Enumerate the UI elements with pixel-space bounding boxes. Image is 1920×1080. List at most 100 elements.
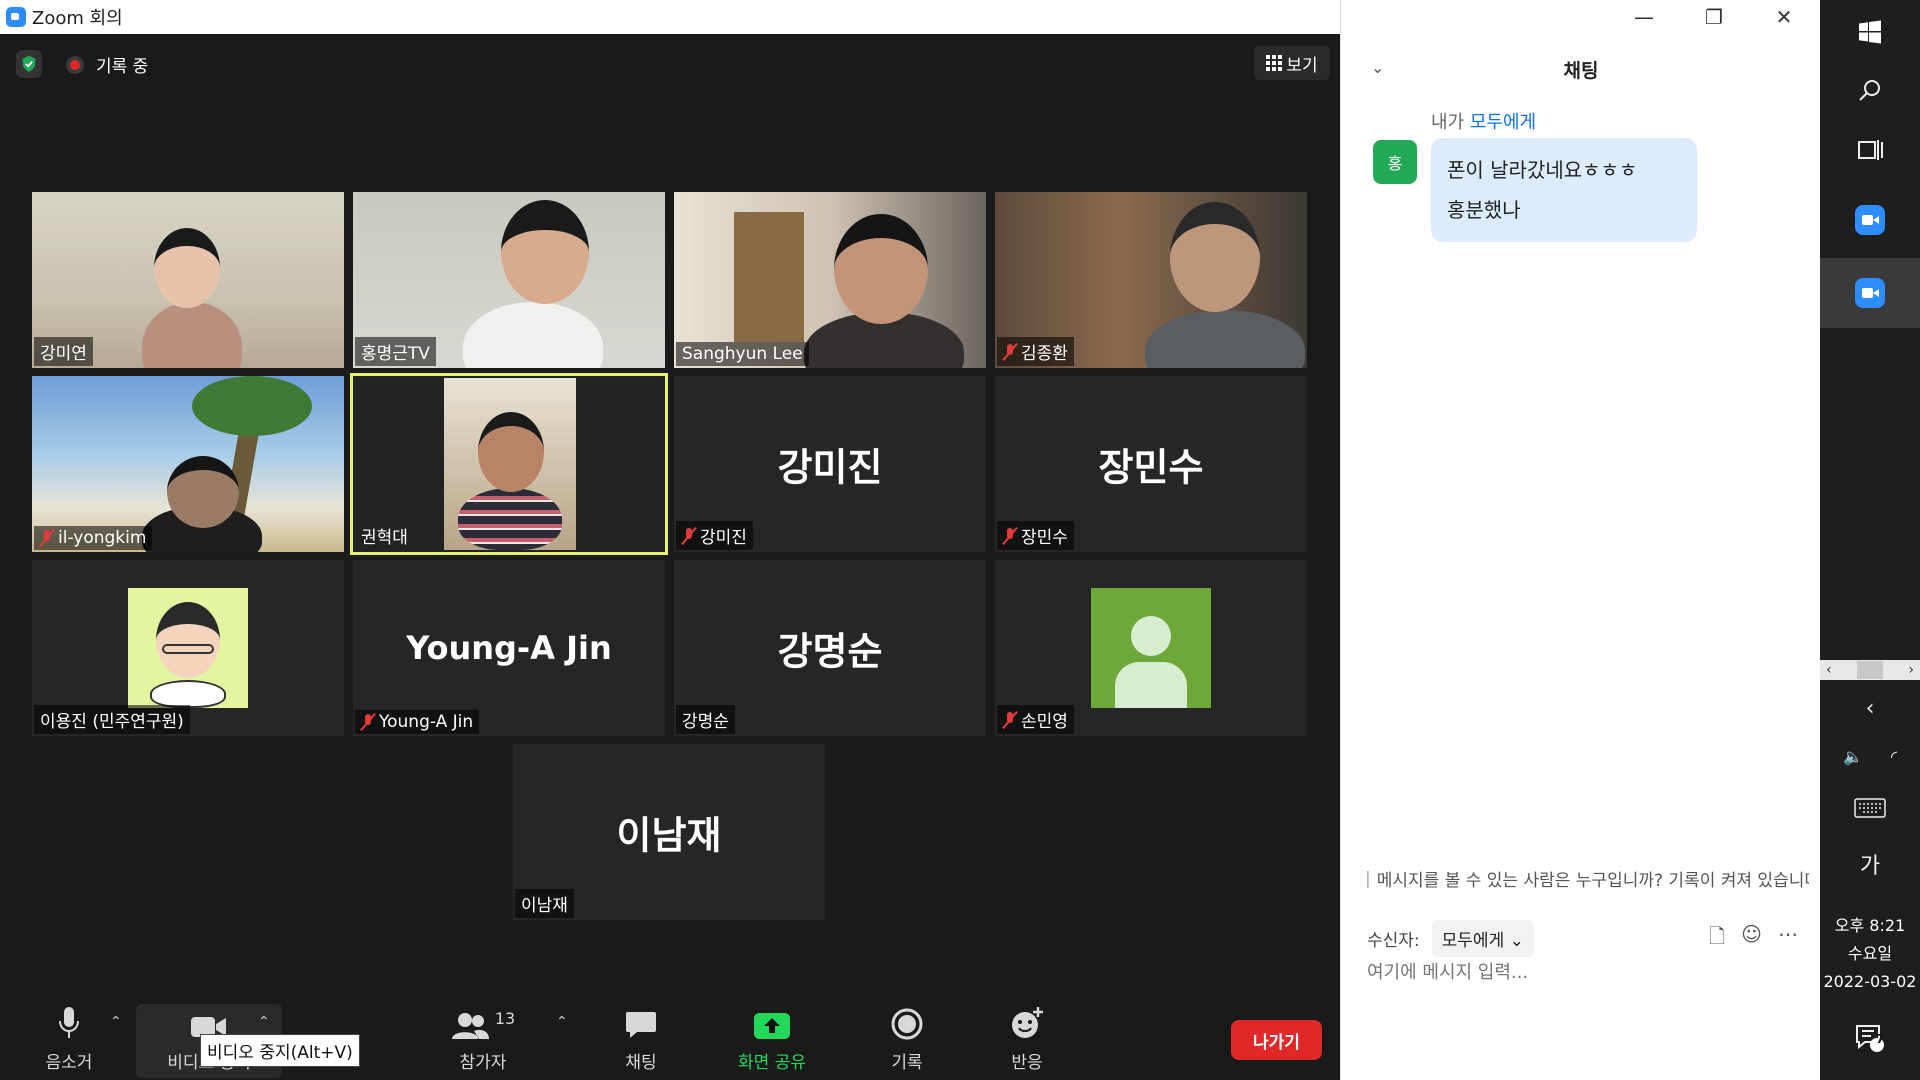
speaker-icon[interactable]: 🔈 <box>1843 747 1863 766</box>
zoom-logo-icon <box>6 7 26 27</box>
video-tooltip: 비디오 중지(Alt+V) <box>200 1034 360 1067</box>
muted-mic-icon <box>1003 711 1017 729</box>
participant-tile[interactable]: Sanghyun Lee <box>674 192 986 368</box>
participant-tile[interactable]: 강미연 <box>32 192 344 368</box>
record-label: 기록 <box>891 1053 923 1073</box>
participant-name-label: 이용진 (민주연구원) <box>34 705 190 734</box>
meeting-area: 기록 중 보기 강미연 홍명근TV Sanghyun Lee 김종환 il-yo… <box>0 34 1340 1080</box>
chat-message-bubble[interactable]: 폰이 날라갔네요ㅎㅎㅎ 홍분했나 <box>1431 138 1697 242</box>
chat-message-input[interactable] <box>1367 962 1787 983</box>
chevron-left-icon[interactable]: ‹ <box>1826 662 1832 678</box>
windows-taskbar: ‹ › ‹ 🔈 ◜ 가 오후 8:21 수요일 2022-03-02 7 <box>1820 0 1920 1080</box>
leave-button[interactable]: 나가기 <box>1231 1020 1322 1060</box>
participant-display-name: 장민수 <box>1098 445 1204 490</box>
muted-mic-icon <box>361 713 375 731</box>
participant-display-name: 이남재 <box>616 813 722 858</box>
participant-display-name: Young-A Jin <box>406 629 612 667</box>
participant-tile[interactable]: 장민수 장민수 <box>995 376 1307 552</box>
taskbar-scrollbar[interactable]: ‹ › <box>1820 660 1920 680</box>
participant-tile[interactable]: il-yongkim <box>32 376 344 552</box>
notification-count: 7 <box>1876 1032 1885 1046</box>
participants-options-chevron-icon[interactable]: ⌃ <box>556 1014 568 1030</box>
ime-indicator[interactable]: 가 <box>1820 846 1920 882</box>
muted-mic-icon <box>1003 343 1017 361</box>
message-recipient-link[interactable]: 모두에게 <box>1470 112 1536 133</box>
view-button[interactable]: 보기 <box>1254 46 1330 80</box>
recording-indicator[interactable]: 기록 중 <box>66 52 148 77</box>
zoom-meeting-taskbar-icon[interactable] <box>1820 258 1920 328</box>
audio-options-chevron-icon[interactable]: ⌃ <box>110 1014 122 1030</box>
chat-header: ⌄ 채팅 <box>1341 48 1821 88</box>
clock-time: 오후 8:21 <box>1834 916 1906 935</box>
grid-icon <box>1266 55 1283 71</box>
keyboard-icon[interactable] <box>1820 790 1920 826</box>
participant-tile[interactable]: 이용진 (민주연구원) <box>32 560 344 736</box>
mute-label: 음소거 <box>45 1053 93 1073</box>
security-shield-icon[interactable] <box>16 50 42 78</box>
chat-tools: 🗋 ☺ ⋯ <box>1709 922 1798 956</box>
participant-name-label: 강명순 <box>676 705 735 734</box>
chat-button[interactable]: 채팅 <box>596 1004 686 1076</box>
participant-tile-active-speaker[interactable]: 권혁대 <box>350 373 668 555</box>
muted-mic-icon <box>40 529 54 547</box>
close-button[interactable]: ✕ <box>1749 0 1819 34</box>
muted-mic-icon <box>682 527 696 545</box>
participant-tile[interactable]: 손민영 <box>995 560 1307 736</box>
recipient-select[interactable]: 모두에게 ⌄ <box>1431 920 1534 957</box>
share-screen-icon <box>753 1004 791 1040</box>
mute-button[interactable]: 음소거 <box>24 1004 114 1076</box>
participant-tile[interactable]: 강명순 강명순 <box>674 560 986 736</box>
tray-icons: 🔈 ◜ <box>1820 738 1920 774</box>
taskbar-clock[interactable]: 오후 8:21 수요일 2022-03-02 <box>1820 912 1920 996</box>
default-avatar-icon <box>1091 588 1211 708</box>
restore-button[interactable]: ❐ <box>1679 0 1749 34</box>
chat-panel: — ❐ ✕ ⌄ 채팅 내가 모두에게 홍 폰이 날라갔네요ㅎㅎㅎ 홍분했나 | … <box>1340 0 1820 1080</box>
reactions-button[interactable]: 반응 <box>982 1004 1072 1076</box>
muted-mic-icon <box>1003 527 1017 545</box>
recipient-label: 수신자: <box>1367 931 1420 951</box>
participant-name-label: Young-A Jin <box>355 710 480 734</box>
windows-start-icon[interactable] <box>1820 12 1920 52</box>
participant-name-label: 강미진 <box>676 521 753 550</box>
wifi-icon[interactable]: ◜ <box>1891 747 1897 766</box>
record-icon <box>891 1004 923 1040</box>
record-button[interactable]: 기록 <box>862 1004 952 1076</box>
view-label: 보기 <box>1286 55 1318 76</box>
notifications-icon[interactable]: 7 <box>1820 1016 1920 1060</box>
microphone-icon <box>57 1004 81 1040</box>
recording-label: 기록 중 <box>96 57 149 77</box>
chevron-down-icon: ⌄ <box>1509 931 1524 951</box>
task-view-icon[interactable] <box>1820 130 1920 170</box>
participant-name-label: 이남재 <box>515 889 574 918</box>
clock-date: 2022-03-02 <box>1823 972 1917 991</box>
participants-icon: 13 <box>451 1004 515 1040</box>
participant-tile[interactable]: 홍명근TV <box>353 192 665 368</box>
emoji-icon[interactable]: ☺ <box>1741 922 1762 956</box>
participants-count: 13 <box>494 1009 516 1028</box>
chevron-right-icon[interactable]: › <box>1908 662 1914 678</box>
minimize-button[interactable]: — <box>1609 0 1679 34</box>
participant-video <box>444 378 576 550</box>
message-meta: 내가 모두에게 <box>1431 108 1536 134</box>
participant-tile[interactable]: 강미진 강미진 <box>674 376 986 552</box>
zoom-app-icon[interactable] <box>1820 200 1920 240</box>
profile-avatar <box>128 588 248 708</box>
share-screen-button[interactable]: 화면 공유 <box>727 1004 817 1076</box>
smiley-plus-icon <box>1010 1004 1044 1040</box>
participant-tile[interactable]: 김종환 <box>995 192 1307 368</box>
share-screen-label: 화면 공유 <box>738 1053 806 1073</box>
participant-name-label: 강미연 <box>34 337 93 366</box>
record-dot-icon <box>66 55 84 74</box>
more-icon[interactable]: ⋯ <box>1778 922 1798 956</box>
chat-visibility-text: 메시지를 볼 수 있는 사람은 누구입니까? 기록이 켜져 있습니다 <box>1376 871 1809 891</box>
file-icon[interactable]: 🗋 <box>1709 922 1725 956</box>
participants-button[interactable]: 13 참가자 <box>438 1004 528 1076</box>
message-line: 홍분했나 <box>1447 198 1521 222</box>
participant-name-label: il-yongkim <box>34 526 153 550</box>
chat-visibility-info[interactable]: | 메시지를 볼 수 있는 사람은 누구입니까? 기록이 켜져 있습니다 <box>1359 866 1809 892</box>
participant-tile[interactable]: 이남재 이남재 <box>513 744 825 920</box>
show-hidden-icons-chevron-icon[interactable]: ‹ <box>1820 690 1920 726</box>
video-options-chevron-icon[interactable]: ⌃ <box>258 1014 270 1030</box>
participant-tile[interactable]: Young-A Jin Young-A Jin <box>353 560 665 736</box>
search-icon[interactable] <box>1820 70 1920 110</box>
